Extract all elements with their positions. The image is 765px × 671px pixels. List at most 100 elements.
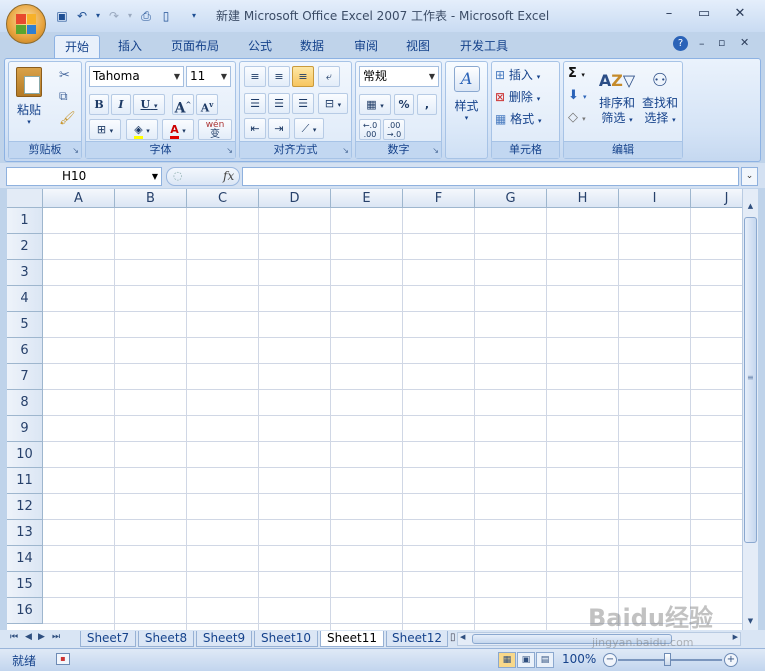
zoom-out-button[interactable]: −	[603, 653, 617, 667]
tab-home[interactable]: 开始	[54, 35, 100, 58]
cut-icon[interactable]: ✂	[59, 68, 70, 83]
expand-formula-bar-button[interactable]: ⌄	[741, 167, 758, 186]
font-color-button[interactable]: A ▾	[162, 119, 194, 140]
clear-button[interactable]: ◇ ▾	[568, 110, 586, 125]
borders-button[interactable]: ⊞ ▾	[89, 119, 121, 140]
number-launcher-icon[interactable]: ↘	[432, 146, 439, 155]
increase-indent-button[interactable]: ⇥	[268, 118, 290, 139]
maximize-button[interactable]: ▭	[694, 6, 714, 21]
sort-filter-button[interactable]: AZ▽ 排序和 筛选 ▾	[597, 66, 637, 138]
comma-button[interactable]: ,	[417, 94, 437, 115]
row-header[interactable]: 11	[7, 468, 43, 494]
scroll-up-icon[interactable]: ▲	[744, 200, 757, 213]
sheet-tab[interactable]: Sheet9	[196, 631, 252, 647]
vertical-scroll-thumb[interactable]: ≡	[744, 217, 757, 543]
worksheet-grid[interactable]: A B C D E F G H I J 1 2 3 4 5 6 7 8 9 10 11 12 13 14 15 16	[7, 189, 742, 630]
new-document-icon[interactable]: ▯	[158, 8, 174, 24]
column-header[interactable]: D	[259, 189, 331, 208]
clipboard-launcher-icon[interactable]: ↘	[72, 146, 79, 155]
format-painter-icon[interactable]: 🖌	[59, 111, 76, 126]
currency-button[interactable]: ▦ ▾	[359, 94, 391, 115]
ribbon-minimize-button[interactable]: –	[699, 37, 705, 50]
column-header[interactable]: J	[691, 189, 742, 208]
zoom-slider-thumb[interactable]	[664, 653, 671, 666]
sheet-tab[interactable]: Sheet12	[386, 631, 448, 647]
workbook-close-button[interactable]: ✕	[740, 36, 749, 49]
scroll-left-icon[interactable]: ◀	[460, 633, 465, 641]
row-header[interactable]: 4	[7, 286, 43, 312]
paste-button[interactable]: 粘贴 ▾	[12, 65, 46, 137]
zoom-in-button[interactable]: +	[724, 653, 738, 667]
select-all-button[interactable]	[7, 189, 43, 208]
dropdown-icon[interactable]: ▾	[94, 8, 102, 24]
column-header[interactable]: B	[115, 189, 187, 208]
row-header[interactable]: 15	[7, 572, 43, 598]
row-header[interactable]: 3	[7, 260, 43, 286]
row-header[interactable]: 8	[7, 390, 43, 416]
undo-icon[interactable]: ↶	[74, 8, 90, 24]
align-top-button[interactable]: ≡	[244, 66, 266, 87]
wrap-text-button[interactable]: ⤶	[318, 66, 340, 87]
tab-view[interactable]: 视图	[398, 35, 438, 58]
italic-button[interactable]: I	[111, 94, 131, 115]
increase-decimal-button[interactable]: ←.0.00	[359, 119, 381, 140]
tab-page-layout[interactable]: 页面布局	[164, 35, 226, 58]
tab-review[interactable]: 审阅	[346, 35, 386, 58]
page-break-view-button[interactable]: ▤	[536, 652, 554, 668]
bold-button[interactable]: B	[89, 94, 109, 115]
font-name-select[interactable]: Tahoma ▼	[89, 66, 184, 87]
insert-cells-button[interactable]: ⊞ 插入 ▾	[495, 66, 540, 86]
customize-qat-icon[interactable]: ▾	[186, 8, 202, 24]
tab-insert[interactable]: 插入	[110, 35, 150, 58]
sheet-tab-active[interactable]: Sheet11	[320, 631, 384, 647]
row-header[interactable]: 14	[7, 546, 43, 572]
percent-button[interactable]: %	[394, 94, 414, 115]
copy-icon[interactable]: ⧉	[59, 89, 68, 104]
column-header[interactable]: A	[43, 189, 115, 208]
column-header[interactable]: H	[547, 189, 619, 208]
merge-center-button[interactable]: ⊟ ▾	[318, 93, 348, 114]
align-middle-button[interactable]: ≡	[268, 66, 290, 87]
row-header[interactable]: 2	[7, 234, 43, 260]
column-header[interactable]: E	[331, 189, 403, 208]
row-header[interactable]: 5	[7, 312, 43, 338]
fill-color-button[interactable]: ◈ ▾	[126, 119, 158, 140]
font-launcher-icon[interactable]: ↘	[226, 146, 233, 155]
number-format-select[interactable]: 常规 ▼	[359, 66, 439, 87]
normal-view-button[interactable]: ▦	[498, 652, 516, 668]
grow-font-button[interactable]: A^	[172, 94, 194, 117]
row-header[interactable]: 7	[7, 364, 43, 390]
column-header[interactable]: I	[619, 189, 691, 208]
row-header[interactable]: 9	[7, 416, 43, 442]
row-header[interactable]: 16	[7, 598, 43, 624]
last-sheet-icon[interactable]: ⏭	[52, 632, 60, 642]
macro-record-icon[interactable]: ▪	[56, 653, 70, 665]
fill-button[interactable]: ⬇ ▾	[568, 88, 587, 103]
row-header[interactable]: 10	[7, 442, 43, 468]
next-sheet-icon[interactable]: ▶	[38, 632, 45, 642]
decrease-decimal-button[interactable]: .00 →.0	[383, 119, 405, 140]
tab-developer[interactable]: 开发工具	[452, 35, 516, 58]
office-button[interactable]	[6, 4, 46, 44]
align-left-button[interactable]: ☰	[244, 93, 266, 114]
vertical-scrollbar[interactable]: ▲ ≡ ▼	[742, 189, 758, 630]
help-icon[interactable]: ?	[673, 36, 688, 51]
column-header[interactable]: C	[187, 189, 259, 208]
delete-cells-button[interactable]: ⊠ 删除 ▾	[495, 88, 540, 108]
insert-function-button[interactable]: ◌ fx	[166, 167, 240, 186]
orientation-button[interactable]: ⟋ ▾	[294, 118, 324, 139]
sheet-tab[interactable]: Sheet8	[138, 631, 194, 647]
align-bottom-button[interactable]: ≡	[292, 66, 314, 87]
row-header[interactable]: 1	[7, 208, 43, 234]
scroll-down-icon[interactable]: ▼	[744, 615, 757, 628]
scroll-right-icon[interactable]: ▶	[733, 633, 738, 641]
underline-button[interactable]: U ▾	[133, 94, 165, 115]
decrease-indent-button[interactable]: ⇤	[244, 118, 266, 139]
align-center-button[interactable]: ☰	[268, 93, 290, 114]
format-cells-button[interactable]: ▦ 格式 ▾	[495, 110, 542, 130]
align-right-button[interactable]: ☰	[292, 93, 314, 114]
find-select-button[interactable]: ⚇ 查找和 选择 ▾	[640, 66, 680, 138]
column-header[interactable]: F	[403, 189, 475, 208]
ribbon-restore-button[interactable]: ▫	[718, 36, 725, 49]
row-header[interactable]: 6	[7, 338, 43, 364]
